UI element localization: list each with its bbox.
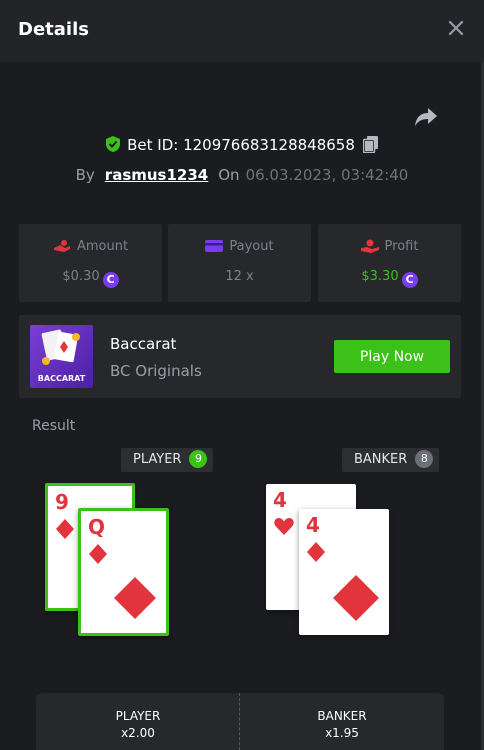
on-label: On [218, 166, 240, 184]
player-tag-label: PLAYER [133, 452, 182, 467]
page-title: Details [18, 19, 89, 40]
profit-value-row: $3.30 C [318, 269, 461, 288]
diamond-icon [56, 519, 74, 539]
amount-value: $0.30 [62, 269, 100, 284]
chip-hand-icon [53, 240, 70, 252]
bet-id: Bet ID: 120976683128848658 [127, 136, 355, 154]
bet-date: 06.03.2023, 03:42:40 [245, 166, 409, 184]
amount-label: Amount [76, 239, 129, 254]
coin-icon: C [401, 272, 418, 288]
banker-score-badge: 8 [415, 450, 434, 468]
diamond-icon [114, 577, 156, 619]
amount-value-row: $0.30 C [19, 269, 162, 288]
cards-illustration-icon [41, 329, 80, 365]
copy-icon[interactable] [362, 136, 379, 153]
game-provider: BC Originals [110, 362, 202, 380]
game-card: BACCARAT Baccarat BC Originals Play Now [19, 315, 461, 398]
player-tag: PLAYER 9 [121, 448, 214, 472]
card-rank: Q [88, 515, 106, 539]
stat-payout: Payout 12 x [168, 224, 311, 302]
game-thumb-label: BACCARAT [37, 374, 86, 383]
player-payout[interactable]: PLAYER x2.00 [36, 693, 240, 750]
banker-payout-multiplier: x1.95 [325, 726, 359, 740]
card-rank: 4 [306, 513, 320, 537]
close-icon[interactable] [446, 18, 466, 38]
bet-byline: By rasmus1234 On 06.03.2023, 03:42:40 [0, 166, 484, 184]
heart-icon [274, 518, 294, 535]
game-name: Baccarat [110, 335, 177, 353]
coin-icon: C [102, 272, 119, 288]
result-label: Result [32, 418, 76, 434]
payout-options: PLAYER x2.00 BANKER x1.95 [36, 693, 444, 750]
banker-tag-label: BANKER [354, 452, 408, 467]
play-now-button[interactable]: Play Now [334, 340, 450, 373]
by-label: By [75, 166, 95, 184]
payout-label: Payout [229, 239, 274, 254]
player-payout-multiplier: x2.00 [121, 726, 155, 740]
bet-stats: Amount $0.30 C Payout 12 x Profit $3.30 C [19, 224, 461, 302]
card-rank: 9 [55, 490, 69, 514]
banker-payout[interactable]: BANKER x1.95 [240, 693, 444, 750]
bet-id-row: Bet ID: 120976683128848658 [0, 136, 484, 154]
hand-coin-icon [360, 239, 379, 253]
player-card-2: Q [78, 508, 169, 636]
share-icon[interactable] [414, 106, 438, 128]
payout-value: 12 x [225, 269, 254, 284]
profit-value: $3.30 [361, 269, 399, 284]
shield-check-icon [106, 136, 121, 152]
diamond-icon [89, 544, 107, 564]
banker-payout-name: BANKER [317, 709, 367, 723]
banker-card-2: 4 [299, 509, 389, 635]
profit-label: Profit [384, 239, 419, 254]
stat-profit: Profit $3.30 C [318, 224, 461, 302]
banker-tag: BANKER 8 [342, 448, 440, 472]
stat-amount: Amount $0.30 C [19, 224, 162, 302]
card-rank: 4 [273, 488, 287, 512]
player-payout-name: PLAYER [115, 709, 161, 723]
username-link[interactable]: rasmus1234 [105, 166, 208, 184]
player-score-badge: 9 [189, 450, 208, 468]
card-icon [205, 240, 224, 252]
diamond-icon [333, 575, 379, 621]
details-header: Details [0, 0, 484, 62]
game-thumbnail[interactable]: BACCARAT [30, 325, 93, 388]
diamond-icon [307, 542, 325, 562]
